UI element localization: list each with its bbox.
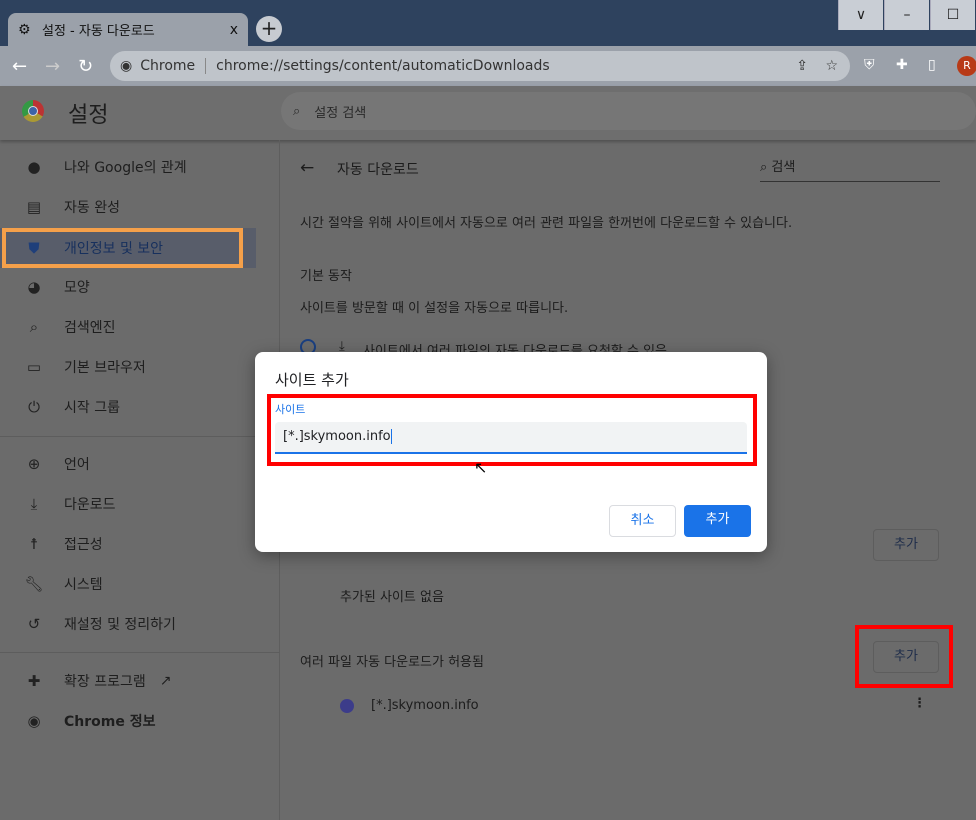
power-icon: ⏻ (28, 398, 40, 416)
add-blocked-button[interactable]: 추가 (873, 529, 939, 561)
settings-header: 설정 ⌕ 설정 검색 (0, 86, 976, 140)
toolbar: ← → ↻ ◉ Chrome chrome://settings/content… (0, 46, 976, 86)
sidebar-item-label: 재설정 및 정리하기 (64, 617, 176, 633)
bookmark-star-icon[interactable]: ☆ (825, 58, 838, 74)
person-icon: ● (27, 158, 41, 176)
sidebar-item-about[interactable]: ◉ Chrome 정보 (0, 701, 256, 741)
section-title: 자동 다운로드 (337, 162, 419, 178)
sidebar-item-language[interactable]: ⊕ 언어 (0, 444, 256, 484)
download-icon: ⤓ (30, 495, 38, 513)
sidebar-item-label: 언어 (64, 457, 90, 473)
sidebar-item-label: 접근성 (64, 537, 103, 553)
browser-icon: ▭ (26, 358, 42, 376)
new-tab-button[interactable]: + (256, 16, 282, 42)
mouse-cursor-icon: ↖ (474, 458, 488, 477)
share-icon[interactable]: ⇪ (796, 58, 808, 74)
add-button[interactable]: 추가 (684, 505, 751, 537)
sidebar-item-label: Chrome 정보 (64, 714, 156, 730)
highlight-add-button (855, 625, 953, 688)
sidebar-item-extensions[interactable]: ✚ 확장 프로그램 ↗ (0, 661, 256, 701)
divider (205, 58, 207, 74)
sidebar-item-label: 기본 브라우저 (64, 360, 146, 376)
page-title: 설정 (68, 103, 109, 128)
sidebar-item-label: 시스템 (64, 577, 103, 593)
site-url: [*.]skymoon.info (371, 698, 479, 713)
close-tab-icon[interactable]: x (230, 22, 238, 38)
chrome-icon: ◉ (27, 712, 41, 730)
more-actions-icon[interactable]: ⋮ (913, 696, 926, 711)
gear-icon: ⚙ (18, 21, 31, 38)
profile-avatar[interactable]: R (957, 56, 976, 76)
sidebar-item-label: 모양 (64, 280, 90, 296)
settings-search-input[interactable]: ⌕ 설정 검색 (281, 92, 976, 130)
description: 시간 절약을 위해 사이트에서 자동으로 여러 관련 파일을 한꺼번에 다운로드… (300, 216, 793, 231)
accessibility-icon: ☨ (29, 535, 39, 553)
divider (0, 652, 280, 653)
search-placeholder: 설정 검색 (314, 105, 367, 121)
sidebar-item-search-engine[interactable]: ⌕ 검색엔진 (0, 307, 256, 347)
sidebar-item-reset[interactable]: ↺ 재설정 및 정리하기 (0, 604, 256, 644)
search-icon: ⌕ (293, 103, 301, 119)
sidebar-item-label: 나와 Google의 관계 (64, 160, 187, 176)
search-icon: ⌕ (760, 160, 772, 175)
maximize-button[interactable]: ☐ (930, 0, 975, 30)
sidebar-item-label: 자동 완성 (64, 200, 120, 216)
sidebar-item-label: 다운로드 (64, 497, 116, 513)
forward-icon[interactable]: → (45, 56, 60, 77)
sidebar-item-label: 확장 프로그램 (64, 674, 146, 690)
cancel-button[interactable]: 취소 (609, 505, 676, 537)
title-bar: ⚙ 설정 - 자동 다운로드 x + ∨ – ☐ (0, 0, 976, 46)
search-icon: ⌕ (29, 318, 39, 336)
url-text[interactable]: chrome://settings/content/automaticDownl… (216, 58, 550, 74)
back-icon[interactable]: ← (12, 56, 27, 77)
chrome-icon: ◉ (120, 58, 133, 74)
globe-icon: ⊕ (27, 455, 41, 473)
content-search-input[interactable]: ⌕ 검색 (760, 156, 940, 182)
chrome-logo-icon (22, 100, 44, 122)
sidebar-item-startup[interactable]: ⏻ 시작 그룹 (0, 387, 256, 427)
no-sites-text: 추가된 사이트 없음 (340, 590, 444, 605)
minimize-button[interactable]: – (884, 0, 929, 30)
default-heading: 기본 동작 (300, 269, 352, 284)
divider (0, 436, 280, 437)
address-bar[interactable]: ◉ Chrome chrome://settings/content/autom… (110, 51, 850, 81)
palette-icon: ◕ (27, 278, 41, 296)
sidebar-item-accessibility[interactable]: ☨ 접근성 (0, 524, 256, 564)
history-icon: ↺ (27, 615, 41, 633)
sidebar-item-google[interactable]: ● 나와 Google의 관계 (0, 147, 256, 187)
back-arrow-icon[interactable]: ← (300, 158, 314, 178)
dialog-title: 사이트 추가 (275, 371, 349, 389)
sidebar-item-system[interactable]: 🔧︎ 시스템 (0, 564, 256, 604)
extensions-icon[interactable]: ✚ (896, 57, 908, 73)
site-favicon-icon (340, 699, 354, 713)
sidebar-item-downloads[interactable]: ⤓ 다운로드 (0, 484, 256, 524)
reload-icon[interactable]: ↻ (78, 56, 93, 77)
search-placeholder: 검색 (771, 160, 796, 175)
sidebar-item-autofill[interactable]: ▤ 자동 완성 (0, 187, 256, 227)
side-panel-icon[interactable]: ▯ (928, 57, 936, 73)
site-row[interactable]: [*.]skymoon.info ⋮ (281, 686, 961, 726)
ublock-icon[interactable]: ⛨ (864, 57, 875, 73)
open-external-icon: ↗ (159, 673, 172, 689)
wrench-icon: 🔧︎ (24, 575, 44, 593)
browser-tab[interactable]: ⚙ 설정 - 자동 다운로드 x (8, 13, 248, 46)
allowed-heading: 여러 파일 자동 다운로드가 허용됨 (300, 655, 484, 670)
tab-search-button[interactable]: ∨ (838, 0, 883, 30)
sidebar-item-label: 시작 그룹 (64, 400, 120, 416)
sidebar-item-label: 검색엔진 (64, 320, 116, 336)
sidebar-item-default-browser[interactable]: ▭ 기본 브라우저 (0, 347, 256, 387)
highlight-site-input (267, 394, 757, 466)
default-subtext: 사이트를 방문할 때 이 설정을 자동으로 따릅니다. (300, 301, 569, 316)
sidebar-item-appearance[interactable]: ◕ 모양 (0, 267, 256, 307)
site-label: Chrome (140, 58, 196, 74)
extension-icon: ✚ (27, 672, 41, 690)
clipboard-icon: ▤ (26, 198, 42, 216)
tab-title: 설정 - 자동 다운로드 (42, 24, 155, 39)
highlight-privacy (2, 228, 243, 268)
